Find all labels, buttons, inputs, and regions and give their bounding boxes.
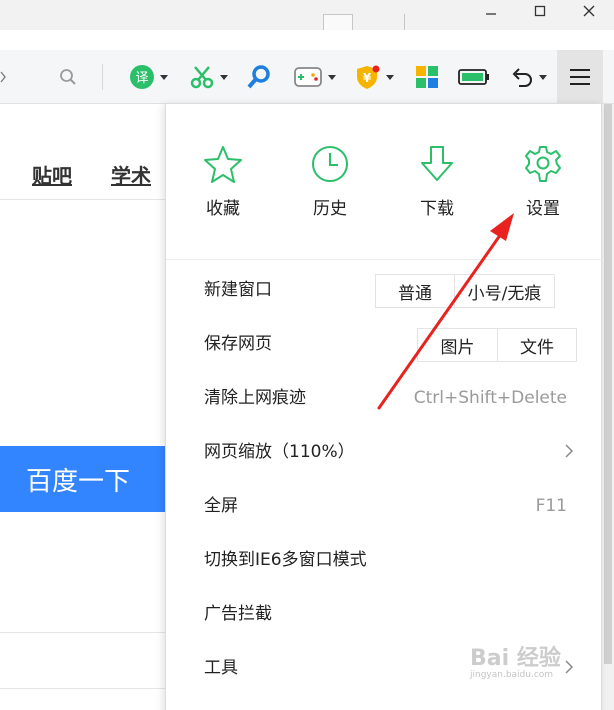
adblock-label: 广告拦截 xyxy=(204,604,272,624)
nav-link-xueshu[interactable]: 学术 xyxy=(111,160,151,189)
search-button[interactable] xyxy=(56,50,80,104)
history-label: 历史 xyxy=(313,199,347,219)
favorites-label: 收藏 xyxy=(206,199,240,219)
fullscreen-shortcut: F11 xyxy=(535,496,567,516)
translate-button[interactable]: 译 xyxy=(124,50,172,104)
address-bar-edge[interactable] xyxy=(0,50,10,104)
main-menu-button[interactable] xyxy=(557,50,603,104)
menu-row-new-window: 新建窗口 普通 小号/无痕 xyxy=(166,263,603,317)
tab-divider xyxy=(404,14,412,30)
scrollbar-thumb[interactable] xyxy=(604,104,612,664)
tab-edge xyxy=(323,14,353,30)
battery-button[interactable] xyxy=(454,50,494,104)
downloads-button[interactable]: 下载 xyxy=(392,144,482,219)
watermark-text: Bai 经验 xyxy=(470,646,561,671)
settings-button[interactable]: 设置 xyxy=(498,144,588,219)
watermark-subtext: jingyan.baidu.com xyxy=(470,670,554,680)
ie6-mode-label: 切换到IE6多窗口模式 xyxy=(204,550,367,570)
title-bar xyxy=(0,0,614,30)
undo-close-tab-button[interactable] xyxy=(504,50,552,104)
menu-row-save-page: 保存网页 图片 文件 xyxy=(166,317,603,371)
watermark-logo: Bai 经验 jingyan.baidu.com xyxy=(470,640,590,690)
save-page-label: 保存网页 xyxy=(204,334,272,354)
quick-actions: 收藏 历史 下载 设置 xyxy=(166,104,603,260)
downloads-label: 下载 xyxy=(420,199,454,219)
close-window-button[interactable] xyxy=(566,0,612,22)
favorites-button[interactable]: 收藏 xyxy=(178,144,268,219)
svg-text:¥: ¥ xyxy=(362,71,371,85)
menu-row-ie6-mode[interactable]: 切换到IE6多窗口模式 xyxy=(166,533,603,587)
close-icon xyxy=(583,5,595,17)
scissors-icon xyxy=(190,66,213,89)
chevron-down-icon xyxy=(385,74,394,80)
settings-label: 设置 xyxy=(526,199,560,219)
magnifier-icon xyxy=(247,65,270,89)
history-button[interactable]: 历史 xyxy=(285,144,375,219)
toolbar-separator xyxy=(102,64,103,90)
menu-row-adblock[interactable]: 广告拦截 xyxy=(166,587,603,641)
battery-icon xyxy=(458,69,489,85)
gear-icon xyxy=(525,146,561,182)
new-window-incognito-button[interactable]: 小号/无痕 xyxy=(454,274,555,308)
search-submit-button[interactable]: 百度一下 xyxy=(0,446,165,512)
zoom-label: 网页缩放（110%） xyxy=(204,442,355,462)
save-as-file-button[interactable]: 文件 xyxy=(497,328,577,362)
chevron-down-icon xyxy=(327,74,336,80)
main-menu-dropdown: 收藏 历史 下载 设置 新建窗口 普通 小号/无痕 保存网页 图片 文件 清除上… xyxy=(165,103,603,710)
shield-yen-icon: ¥ xyxy=(356,65,379,89)
undo-icon xyxy=(512,68,532,87)
chevron-right-icon xyxy=(565,444,573,458)
clear-traces-label: 清除上网痕迹 xyxy=(204,388,306,408)
minimize-icon xyxy=(486,13,496,15)
divider xyxy=(0,688,165,689)
shopping-shield-button[interactable]: ¥ xyxy=(348,50,398,104)
clear-traces-shortcut: Ctrl+Shift+Delete xyxy=(413,388,567,408)
maximize-button[interactable] xyxy=(517,0,563,22)
new-window-label: 新建窗口 xyxy=(204,280,272,300)
apps-button[interactable] xyxy=(410,50,444,104)
star-icon xyxy=(204,146,242,183)
maximize-icon xyxy=(534,5,546,17)
chevron-down-icon xyxy=(159,74,168,80)
divider xyxy=(0,632,165,633)
magnifier-tool-button[interactable] xyxy=(242,50,276,104)
browser-toolbar: 译 ¥ xyxy=(0,50,614,104)
download-icon xyxy=(421,146,453,181)
svg-text:译: 译 xyxy=(135,71,148,86)
chevron-down-icon xyxy=(538,74,547,80)
screenshot-button[interactable] xyxy=(184,50,232,104)
search-icon xyxy=(60,69,76,85)
page-nav: 贴吧 学术 xyxy=(0,158,165,200)
chevron-down-icon xyxy=(219,74,228,80)
tools-label: 工具 xyxy=(204,658,238,678)
new-window-normal-button[interactable]: 普通 xyxy=(375,274,455,308)
chevron-right-icon xyxy=(0,71,6,83)
fullscreen-label: 全屏 xyxy=(204,496,238,516)
clock-icon xyxy=(312,146,348,182)
menu-row-clear-traces[interactable]: 清除上网痕迹 Ctrl+Shift+Delete xyxy=(166,371,603,425)
gamepad-icon xyxy=(293,67,322,87)
save-as-image-button[interactable]: 图片 xyxy=(417,328,498,362)
minimize-button[interactable] xyxy=(468,0,514,22)
menu-row-fullscreen[interactable]: 全屏 F11 xyxy=(166,479,603,533)
hamburger-menu-icon xyxy=(570,69,590,85)
nav-link-tieba[interactable]: 贴吧 xyxy=(32,160,72,189)
menu-row-zoom[interactable]: 网页缩放（110%） xyxy=(166,425,603,479)
translate-icon: 译 xyxy=(129,65,154,89)
app-grid-icon xyxy=(416,66,438,88)
games-button[interactable] xyxy=(288,50,340,104)
